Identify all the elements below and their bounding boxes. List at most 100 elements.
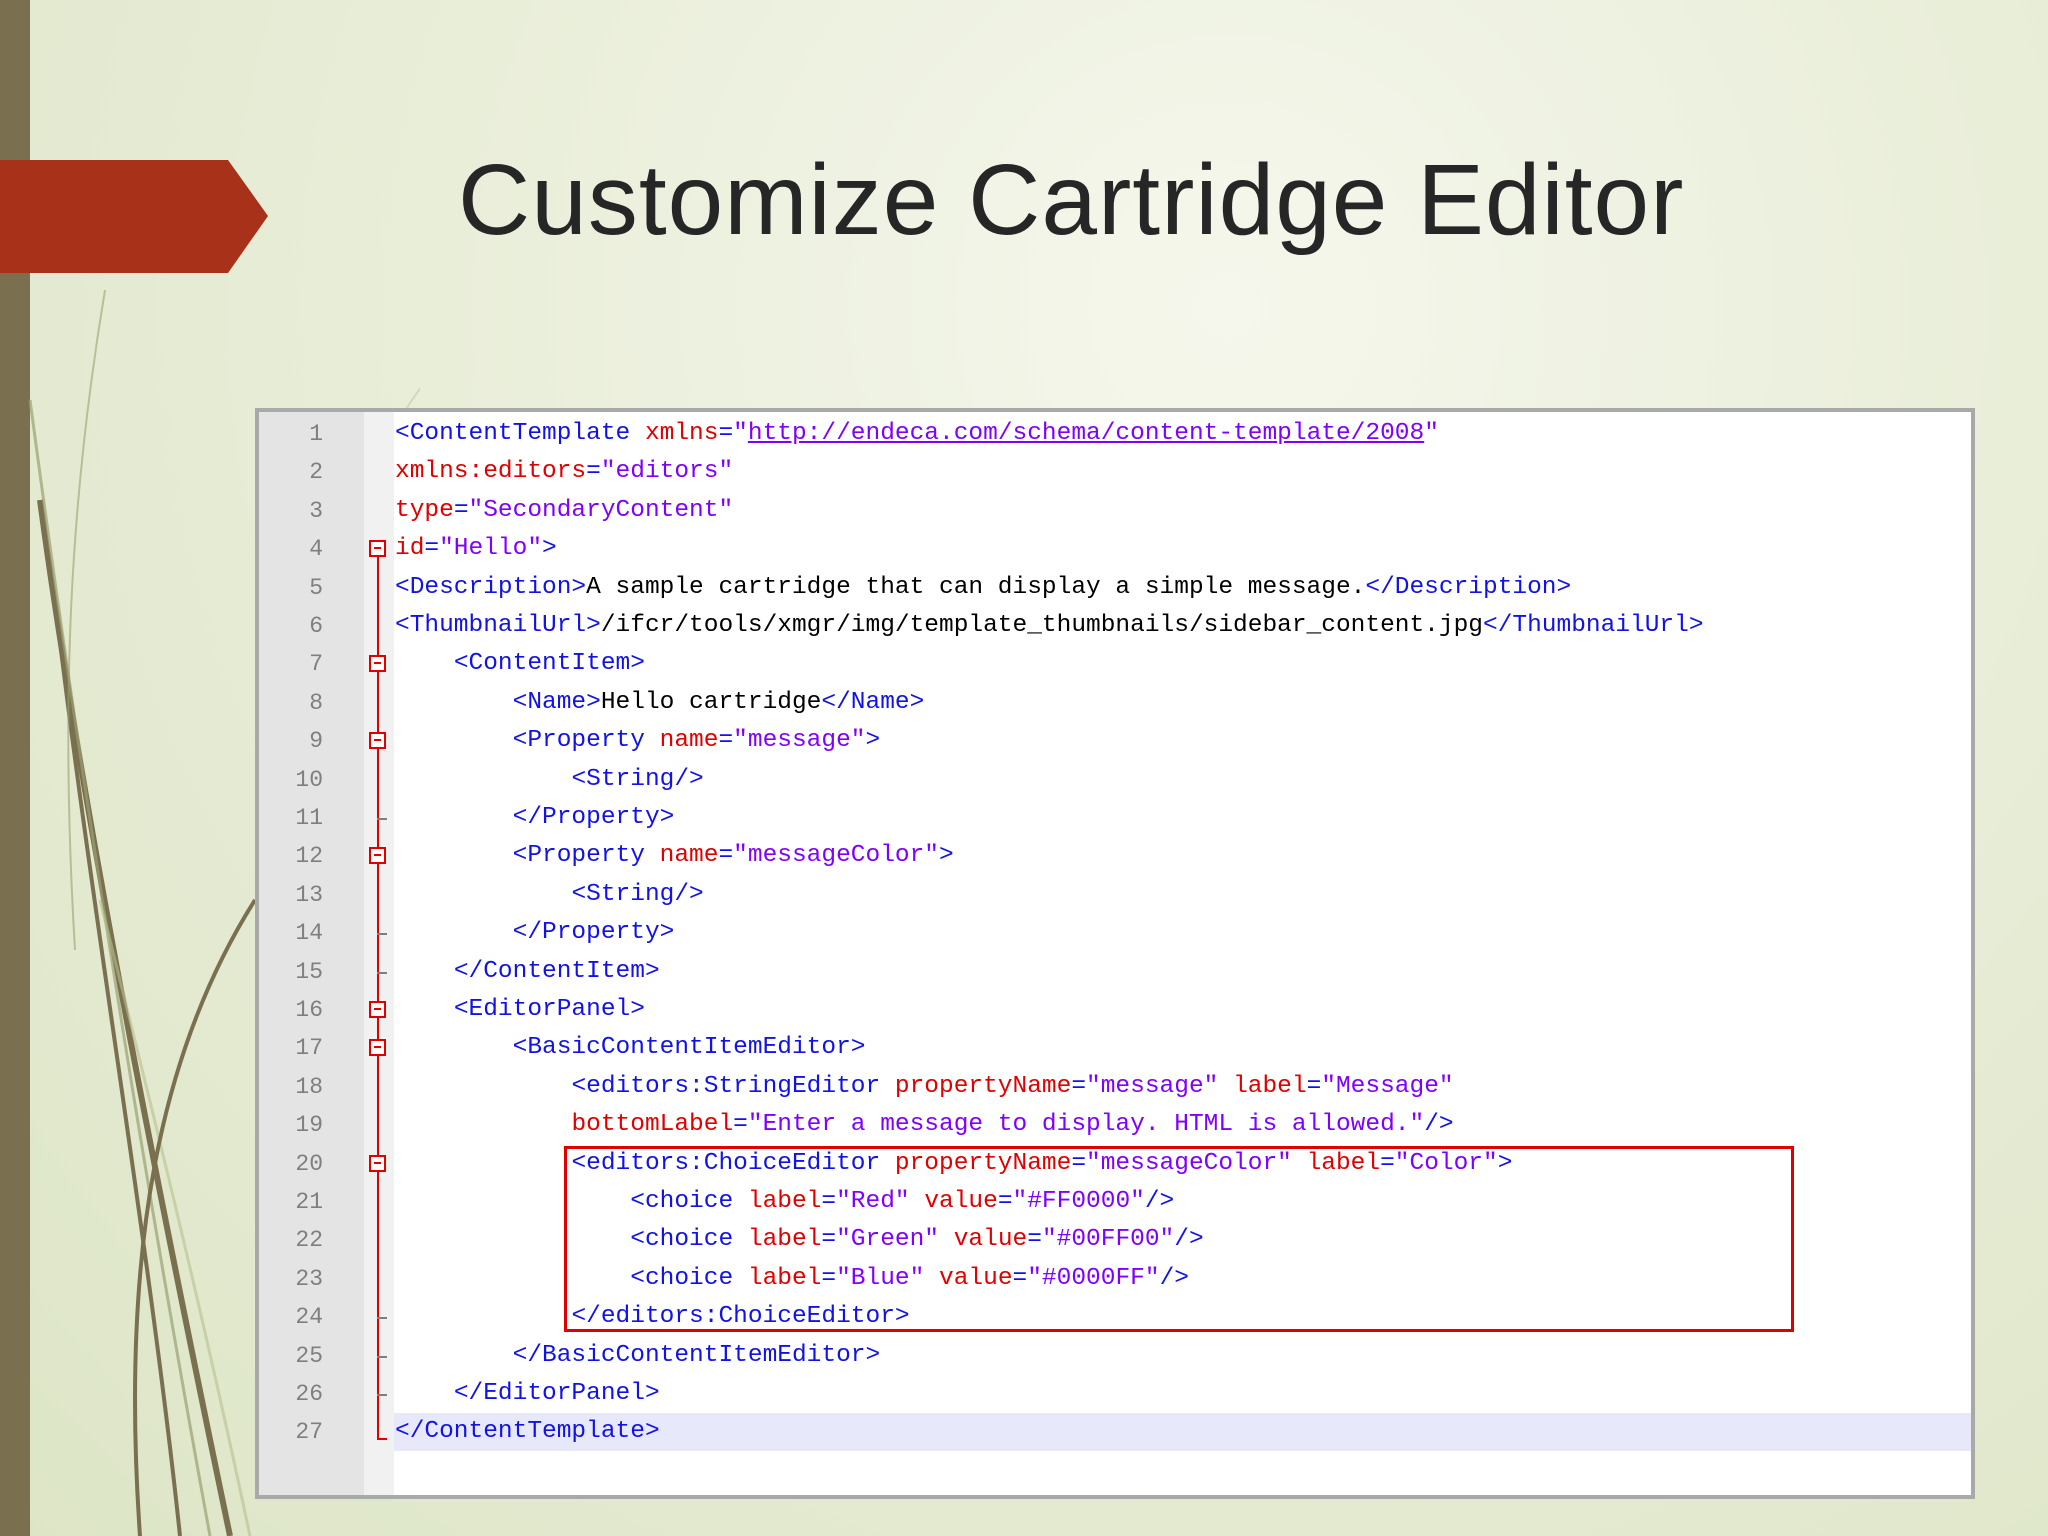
code-token: "SecondaryContent" bbox=[468, 496, 734, 524]
code-token: = bbox=[586, 458, 601, 486]
title-accent-arrow bbox=[0, 160, 268, 273]
code-token: "message" bbox=[1086, 1072, 1219, 1100]
code-line: 14 </Property> bbox=[259, 914, 1971, 952]
line-number: 3 bbox=[309, 497, 323, 524]
code-line: 7 <ContentItem> bbox=[259, 645, 1971, 683]
code-token: name bbox=[659, 842, 719, 870]
choice-editor-highlight-box bbox=[564, 1146, 1794, 1332]
line-number: 18 bbox=[295, 1073, 323, 1100]
code-token: http://endeca.com/schema/content-templat… bbox=[747, 420, 1425, 447]
code-token: > bbox=[542, 535, 557, 563]
code-token: <Property bbox=[512, 727, 660, 755]
code-text: </Property> bbox=[395, 799, 675, 837]
line-number: 15 bbox=[295, 958, 323, 985]
code-token: </EditorPanel> bbox=[453, 1380, 660, 1407]
code-line: 27 </ContentTemplate> bbox=[259, 1413, 1971, 1451]
code-text: <BasicContentItemEditor> bbox=[395, 1029, 866, 1067]
code-token: = bbox=[718, 842, 734, 870]
code-text: xmlns:editors="editors" bbox=[395, 453, 733, 491]
code-text: </ContentItem> bbox=[395, 953, 660, 991]
line-number: 20 bbox=[295, 1150, 323, 1177]
code-token: = bbox=[718, 727, 734, 755]
code-token: = bbox=[1071, 1072, 1087, 1100]
code-token: Hello cartridge bbox=[600, 688, 822, 716]
code-text: </EditorPanel> bbox=[395, 1375, 660, 1413]
line-number: 11 bbox=[295, 805, 323, 831]
code-text: bottomLabel="Enter a message to display.… bbox=[395, 1106, 1454, 1144]
code-text: <ContentTemplate xmlns="http://endeca.co… bbox=[395, 415, 1439, 453]
code-token: </ContentItem> bbox=[453, 957, 660, 985]
code-line: 16 <EditorPanel> bbox=[259, 991, 1971, 1029]
line-number: 6 bbox=[309, 613, 323, 639]
code-token: " bbox=[1424, 420, 1439, 447]
code-line: 15 </ContentItem> bbox=[259, 953, 1971, 991]
line-number: 17 bbox=[295, 1035, 323, 1062]
code-token: <String/> bbox=[571, 765, 704, 793]
code-token: </ThumbnailUrl> bbox=[1483, 612, 1704, 639]
code-line: 11 </Property> bbox=[259, 799, 1971, 837]
code-token: = bbox=[424, 535, 440, 563]
code-token: "Message" bbox=[1321, 1072, 1454, 1100]
code-text: <Property name="messageColor"> bbox=[395, 837, 954, 875]
code-text: id="Hello"> bbox=[395, 530, 557, 568]
code-text: <String/> bbox=[395, 761, 704, 799]
code-text: </ContentTemplate> bbox=[395, 1413, 660, 1451]
code-token: <editors:StringEditor bbox=[571, 1072, 895, 1100]
code-token: "message" bbox=[733, 727, 866, 755]
code-token: "editors" bbox=[600, 458, 734, 486]
code-token: name bbox=[659, 727, 719, 755]
line-number: 22 bbox=[295, 1227, 323, 1254]
code-line: 17 <BasicContentItemEditor> bbox=[259, 1029, 1971, 1067]
line-number: 25 bbox=[295, 1342, 323, 1369]
code-token: > bbox=[939, 842, 954, 870]
code-text: <ThumbnailUrl>/ifcr/tools/xmgr/img/templ… bbox=[395, 607, 1704, 645]
slide-title: Customize Cartridge Editor bbox=[458, 144, 1685, 256]
code-token: label bbox=[1233, 1072, 1307, 1100]
code-token: id bbox=[395, 535, 425, 563]
code-token: type bbox=[395, 496, 454, 524]
code-text: type="SecondaryContent" bbox=[395, 492, 733, 530]
code-token: /> bbox=[1424, 1111, 1454, 1139]
code-line: 10 <String/> bbox=[259, 761, 1971, 799]
code-token: propertyName bbox=[894, 1072, 1072, 1100]
line-number: 12 bbox=[295, 843, 323, 870]
code-token: = bbox=[733, 1111, 748, 1139]
code-line: 18 <editors:StringEditor propertyName="m… bbox=[259, 1068, 1971, 1106]
code-token: </Description> bbox=[1365, 573, 1572, 601]
code-text: </Property> bbox=[395, 914, 675, 952]
code-text: <String/> bbox=[395, 876, 703, 914]
line-number: 4 bbox=[309, 536, 323, 563]
code-token: = bbox=[1306, 1072, 1322, 1100]
code-line: 13 <String/> bbox=[259, 876, 1971, 914]
code-line: 5 <Description>A sample cartridge that ca… bbox=[259, 569, 1971, 607]
line-number: 21 bbox=[295, 1189, 323, 1215]
code-token: </BasicContentItemEditor> bbox=[512, 1341, 881, 1369]
code-token: </Property> bbox=[512, 804, 675, 831]
code-token: <Name> bbox=[512, 688, 601, 716]
code-token: " bbox=[733, 420, 748, 447]
code-text: <editors:StringEditor propertyName="mess… bbox=[395, 1068, 1454, 1106]
line-number: 7 bbox=[309, 651, 323, 678]
line-number: 8 bbox=[309, 689, 323, 716]
code-token: A sample cartridge that can display a si… bbox=[586, 573, 1366, 601]
line-number: 24 bbox=[295, 1304, 323, 1331]
code-token: bottomLabel bbox=[571, 1111, 734, 1139]
code-token: <Property bbox=[512, 842, 660, 870]
code-line: 8 <Name>Hello cartridge</Name> bbox=[259, 684, 1971, 722]
line-number: 5 bbox=[309, 574, 323, 601]
line-number: 9 bbox=[309, 728, 323, 755]
code-line: 19 bottomLabel="Enter a message to displ… bbox=[259, 1106, 1971, 1144]
